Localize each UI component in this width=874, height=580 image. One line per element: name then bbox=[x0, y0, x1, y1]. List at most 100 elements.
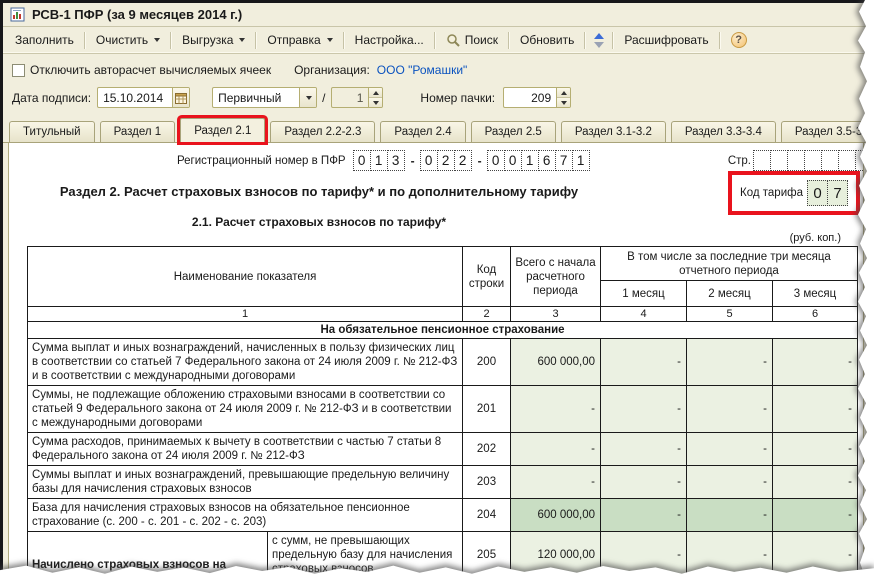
row-201-m1[interactable]: - bbox=[600, 385, 687, 433]
table-row: Сумма выплат и иных вознаграждений, начи… bbox=[27, 338, 858, 386]
correction-type-select[interactable]: Первичный bbox=[212, 87, 318, 108]
tab-titulny[interactable]: Титульный bbox=[9, 121, 95, 142]
row-203-code: 203 bbox=[462, 465, 511, 499]
sign-date-input[interactable]: 15.10.2014 bbox=[97, 87, 191, 108]
export-button[interactable]: Выгрузка bbox=[174, 30, 253, 50]
calculation-table: Наименование показателя Код строки Всего… bbox=[27, 246, 858, 579]
tab-razdel-2-5[interactable]: Раздел 2.5 bbox=[470, 121, 556, 142]
row-204-m2[interactable]: - bbox=[686, 498, 773, 532]
column-number: 6 bbox=[772, 306, 858, 322]
digit-cell[interactable]: 1 bbox=[369, 150, 388, 171]
tariff-digit-cell[interactable]: 7 bbox=[827, 180, 848, 206]
send-button[interactable]: Отправка bbox=[259, 30, 340, 50]
digit-cell[interactable]: 0 bbox=[486, 150, 505, 171]
calendar-icon bbox=[175, 92, 188, 104]
page-digit-cell bbox=[804, 150, 822, 171]
decrypt-button[interactable]: Расшифровать bbox=[616, 30, 716, 50]
digit-cell[interactable]: 0 bbox=[352, 150, 371, 171]
row-200-m1[interactable]: - bbox=[600, 338, 687, 386]
tab-razdel-1[interactable]: Раздел 1 bbox=[99, 121, 176, 142]
tab-razdel-3-1-3-2[interactable]: Раздел 3.1-3.2 bbox=[560, 121, 666, 142]
tariff-code-cells: 0 7 bbox=[807, 180, 848, 206]
column-number: 4 bbox=[600, 306, 687, 322]
refresh-button[interactable]: Обновить bbox=[512, 30, 582, 50]
digit-cell[interactable]: 2 bbox=[453, 150, 472, 171]
pack-number-stepper[interactable]: 209 bbox=[503, 87, 572, 108]
row-204-m3[interactable]: - bbox=[772, 498, 858, 532]
row-203-m1[interactable]: - bbox=[600, 465, 687, 499]
help-button[interactable]: ? bbox=[723, 29, 755, 51]
tab-razdel-2-1[interactable]: Раздел 2.1 bbox=[180, 118, 266, 142]
combo-open-button[interactable] bbox=[299, 88, 317, 107]
row-203-name: Суммы выплат и иных вознаграждений, прев… bbox=[27, 465, 463, 499]
arrow-down-icon bbox=[594, 41, 605, 48]
settings-button[interactable]: Настройка... bbox=[347, 30, 432, 50]
title-bar: РСВ-1 ПФР (за 9 месяцев 2014 г.) bbox=[3, 3, 874, 27]
digit-cell[interactable]: 2 bbox=[436, 150, 455, 171]
digit-cell[interactable]: 0 bbox=[419, 150, 438, 171]
tab-razdel-3-3-3-4[interactable]: Раздел 3.3-3.4 bbox=[670, 121, 776, 142]
stepper-buttons[interactable] bbox=[556, 88, 571, 107]
digit-cell[interactable]: 6 bbox=[537, 150, 556, 171]
row-201-m2[interactable]: - bbox=[686, 385, 773, 433]
app-window: РСВ-1 ПФР (за 9 месяцев 2014 г.) Заполни… bbox=[0, 0, 874, 580]
header-three-months: В том числе за последние три месяца отче… bbox=[600, 246, 858, 281]
reg-number-label: Регистрационный номер в ПФР bbox=[177, 154, 346, 167]
digit-cell[interactable]: 3 bbox=[386, 150, 405, 171]
clear-button[interactable]: Очистить bbox=[88, 30, 168, 50]
row-201-code: 201 bbox=[462, 385, 511, 433]
tariff-code-label: Код тарифа bbox=[740, 187, 803, 199]
row-202-m3[interactable]: - bbox=[772, 432, 858, 466]
table-row: Суммы, не подлежащие обложению страховым… bbox=[27, 385, 858, 433]
tab-razdel-2-2-2-3[interactable]: Раздел 2.2-2.3 bbox=[270, 121, 376, 142]
row-202-m1[interactable]: - bbox=[600, 432, 687, 466]
expand-collapse-button[interactable] bbox=[588, 31, 610, 50]
row-200-m2[interactable]: - bbox=[686, 338, 773, 386]
row-201-m3[interactable]: - bbox=[772, 385, 858, 433]
dropdown-arrow-icon bbox=[326, 38, 333, 42]
column-number: 2 bbox=[462, 306, 511, 322]
report-document-icon bbox=[10, 7, 25, 22]
digit-cell[interactable]: 1 bbox=[520, 150, 539, 171]
page-digit-cell bbox=[770, 150, 788, 171]
table-section-header: На обязательное пенсионное страхование bbox=[27, 321, 858, 339]
titles-block: Раздел 2. Расчет страховых взносов по та… bbox=[9, 184, 629, 229]
slash-label: / bbox=[322, 90, 326, 105]
digit-cell[interactable]: 0 bbox=[503, 150, 522, 171]
row-202-m2[interactable]: - bbox=[686, 432, 773, 466]
row-203-m2[interactable]: - bbox=[686, 465, 773, 499]
row-202-total[interactable]: - bbox=[510, 432, 601, 466]
row-202-code: 202 bbox=[462, 432, 511, 466]
autocalc-checkbox[interactable] bbox=[12, 63, 25, 77]
row-200-total[interactable]: 600 000,00 bbox=[510, 338, 601, 386]
row-200-m3[interactable]: - bbox=[772, 338, 858, 386]
registration-row: Регистрационный номер в ПФР 0 1 3 - 0 2 … bbox=[9, 150, 863, 171]
digit-cell[interactable]: 7 bbox=[554, 150, 573, 171]
organization-link[interactable]: ООО "Ромашки" bbox=[377, 63, 468, 77]
digit-cell[interactable]: 1 bbox=[571, 150, 590, 171]
toolbar-separator bbox=[342, 31, 345, 49]
row-201-total[interactable]: - bbox=[510, 385, 601, 433]
row-204-total[interactable]: 600 000,00 bbox=[510, 498, 601, 532]
fill-button[interactable]: Заполнить bbox=[7, 30, 82, 50]
header-total: Всего с начала расчетного периода bbox=[510, 246, 601, 307]
calendar-button[interactable] bbox=[172, 88, 190, 107]
row-204-m1[interactable]: - bbox=[600, 498, 687, 532]
reg-number-group-1: 0 1 3 bbox=[352, 150, 405, 171]
table-row: База для начисления страховых взносов на… bbox=[27, 498, 858, 532]
spinner-down-icon bbox=[560, 100, 567, 105]
page-label: Стр. bbox=[727, 154, 751, 167]
pack-number-label: Номер пачки: bbox=[420, 90, 496, 105]
header-month-2: 2 месяц bbox=[686, 280, 773, 307]
toolbar-separator bbox=[584, 31, 587, 49]
header-month-1: 1 месяц bbox=[600, 280, 687, 307]
table-row: Суммы выплат и иных вознаграждений, прев… bbox=[27, 465, 858, 499]
search-button[interactable]: Поиск bbox=[438, 30, 506, 51]
report-form: Регистрационный номер в ПФР 0 1 3 - 0 2 … bbox=[8, 143, 864, 580]
dropdown-arrow-icon bbox=[306, 95, 313, 100]
row-203-m3[interactable]: - bbox=[772, 465, 858, 499]
row-203-total[interactable]: - bbox=[510, 465, 601, 499]
tariff-digit-cell[interactable]: 0 bbox=[807, 180, 828, 206]
tab-razdel-2-4[interactable]: Раздел 2.4 bbox=[380, 121, 466, 142]
page-digit-cell bbox=[787, 150, 805, 171]
